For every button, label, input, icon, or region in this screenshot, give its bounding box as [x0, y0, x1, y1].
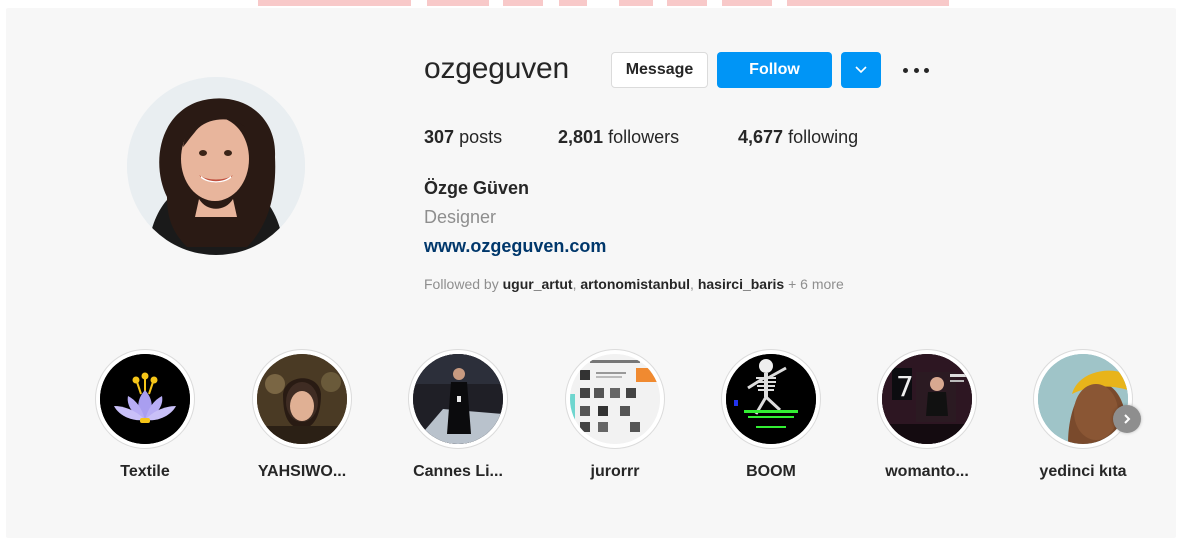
dot [924, 67, 929, 73]
posts-label: posts [459, 127, 503, 147]
website-link[interactable]: www.ozgeguven.com [424, 236, 606, 257]
highlight-label[interactable]: jurorrr [545, 463, 685, 481]
top-stripe [722, 0, 772, 6]
skeleton-icon [726, 354, 816, 444]
top-strip [0, 0, 1180, 8]
highlight-cover [100, 354, 190, 444]
followers-label: followers [608, 127, 680, 147]
top-stripe [559, 0, 587, 6]
highlight-womanto[interactable]: 7 [877, 349, 977, 449]
more-options-icon[interactable] [903, 60, 929, 80]
followed-by[interactable]: Followed by ugur_artut, artonomistanbul,… [424, 276, 844, 292]
follow-button[interactable]: Follow [717, 52, 832, 88]
highlight-yedinci-kita[interactable] [1033, 349, 1133, 449]
followers-stat[interactable]: 2,801 followers [558, 127, 679, 148]
highlight-label[interactable]: yedinci kıta [1013, 463, 1153, 481]
following-count: 4,677 [738, 127, 784, 147]
highlight-cover [257, 354, 347, 444]
highlight-cover [570, 354, 660, 444]
follower-username[interactable]: hasirci_baris [698, 276, 784, 292]
document-icon [570, 354, 660, 444]
message-button[interactable]: Message [611, 52, 708, 88]
highlight-cover [1038, 354, 1128, 444]
highlight-label[interactable]: Textile [75, 463, 215, 481]
posts-stat: 307 posts [424, 127, 502, 148]
highlight-label[interactable]: Cannes Li... [388, 463, 528, 481]
highlight-cover [413, 354, 503, 444]
highlight-cannes[interactable] [408, 349, 508, 449]
top-stripe [503, 0, 543, 6]
portrait-photo-icon [1038, 354, 1128, 444]
svg-text:7: 7 [896, 370, 914, 403]
chevron-down-icon [855, 66, 867, 74]
chevron-right-icon [1124, 414, 1131, 424]
bio-text: Designer [424, 207, 497, 227]
full-name: Özge Güven [424, 178, 530, 198]
posts-count: 307 [424, 127, 455, 147]
highlight-textile[interactable] [95, 349, 195, 449]
followers-count: 2,801 [558, 127, 604, 147]
profile-photo [127, 77, 305, 255]
highlight-label[interactable]: BOOM [701, 463, 841, 481]
follower-username[interactable]: artonomistanbul [580, 276, 690, 292]
presentation-photo-icon: 7 [882, 354, 972, 444]
highlight-boom[interactable] [721, 349, 821, 449]
stage-photo-icon [413, 354, 503, 444]
top-stripe [667, 0, 707, 6]
suggested-dropdown-button[interactable] [841, 52, 881, 88]
top-stripe [427, 0, 489, 6]
highlight-yahsiwo[interactable] [252, 349, 352, 449]
top-stripe [787, 0, 949, 6]
following-stat[interactable]: 4,677 following [738, 127, 858, 148]
followed-by-prefix: Followed by [424, 276, 499, 292]
separator: , [690, 276, 698, 292]
highlight-cover [726, 354, 816, 444]
username: ozgeguven [424, 52, 569, 85]
next-highlights-button[interactable] [1113, 405, 1141, 433]
highlight-label[interactable]: YAHSIWO... [232, 463, 372, 481]
following-label: following [788, 127, 859, 147]
highlight-jurorrr[interactable] [565, 349, 665, 449]
dot [903, 67, 908, 73]
followed-by-more: + 6 more [788, 276, 844, 292]
highlight-label[interactable]: womanto... [857, 463, 997, 481]
lotus-icon [100, 354, 190, 444]
crowd-photo-icon [257, 354, 347, 444]
avatar[interactable] [127, 77, 305, 255]
highlight-cover: 7 [882, 354, 972, 444]
top-stripe [258, 0, 411, 6]
top-stripe [619, 0, 653, 6]
follower-username[interactable]: ugur_artut [503, 276, 573, 292]
dot [913, 67, 919, 73]
